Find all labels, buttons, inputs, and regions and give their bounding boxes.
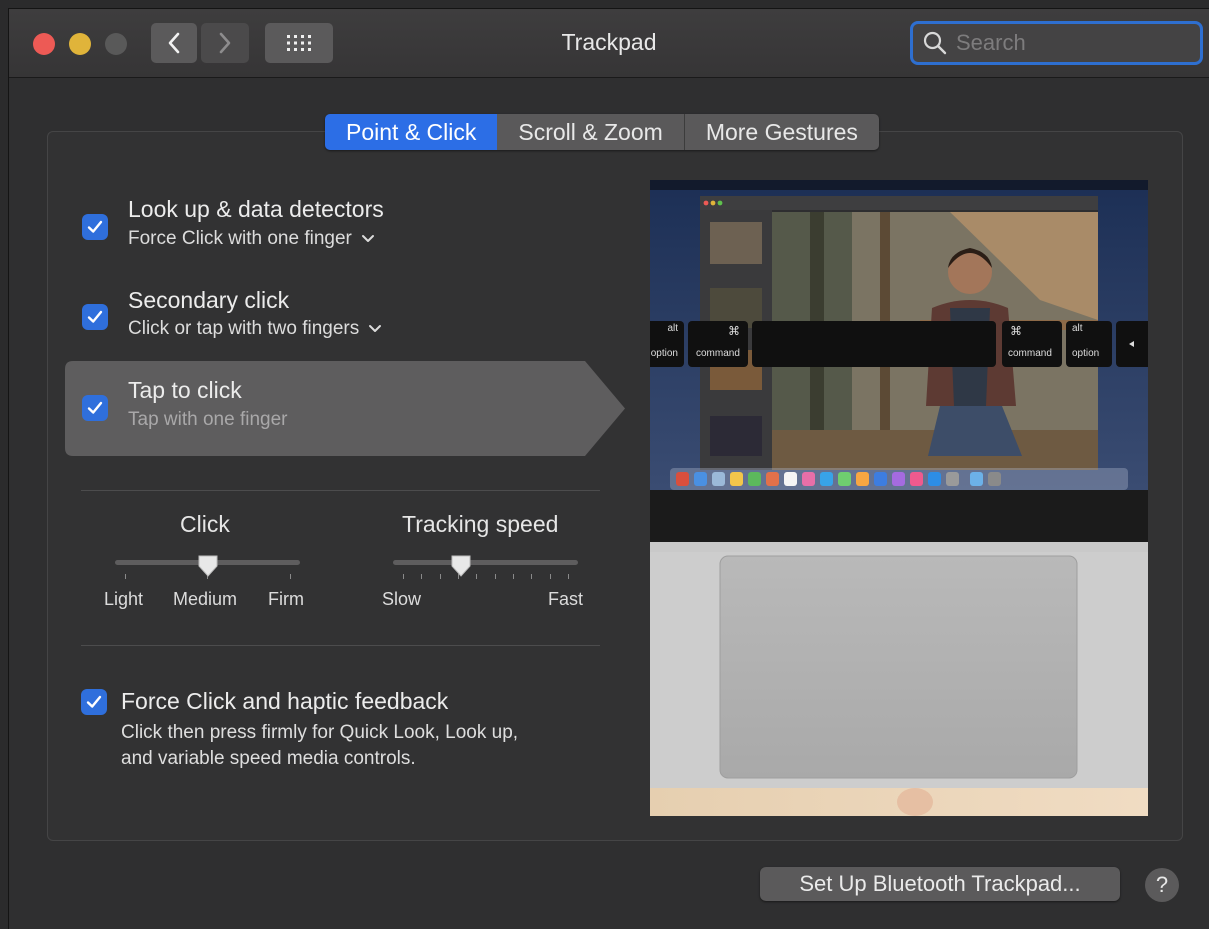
look-up-subtitle: Force Click with one finger: [128, 228, 352, 249]
key-symbol: ⌘: [728, 324, 740, 338]
search-input[interactable]: [954, 29, 1188, 57]
tracking-tick: [403, 574, 404, 579]
key-symbol: ⌘: [1010, 324, 1022, 338]
tap-to-click-checkbox[interactable]: [82, 395, 108, 421]
key-arrow-left: [1116, 321, 1148, 367]
tracking-fast-label: Fast: [548, 589, 584, 609]
tap-to-click-title[interactable]: Tap to click: [128, 377, 242, 404]
preferences-window: Trackpad Point & Click Scroll & Zoom Mor…: [8, 8, 1209, 929]
tracking-slow-label: Slow: [382, 589, 422, 609]
key-text: command: [1008, 348, 1052, 359]
search-icon: [923, 31, 947, 55]
click-tick-firm: Firm: [268, 589, 304, 609]
key-option-left: alt option: [650, 321, 684, 367]
divider: [81, 645, 600, 646]
secondary-click-subtitle: Click or tap with two fingers: [128, 318, 360, 339]
tap-to-click-subtitle: Tap with one finger: [128, 409, 288, 430]
chevron-down-icon: [369, 325, 382, 332]
tracking-tick: [476, 574, 477, 579]
click-tick-light: Light: [104, 589, 144, 609]
click-tick: [290, 574, 291, 579]
click-slider-knob[interactable]: [197, 554, 219, 578]
secondary-click-dropdown[interactable]: Click or tap with two fingers: [128, 318, 382, 340]
tab-point-and-click[interactable]: Point & Click: [325, 114, 498, 150]
triangle-left-icon: [1129, 341, 1134, 347]
tab-bar: Point & Click Scroll & Zoom More Gesture…: [325, 114, 879, 150]
divider: [81, 490, 600, 491]
key-command-right: ⌘ command: [1002, 321, 1062, 367]
secondary-click-title: Secondary click: [128, 287, 290, 313]
tracking-slider-track[interactable]: [393, 560, 578, 565]
force-click-description-line2: and variable speed media controls.: [121, 748, 416, 769]
tracking-tick: [568, 574, 569, 579]
key-symbol: alt: [1072, 323, 1083, 334]
click-tick-medium: Medium: [173, 589, 238, 609]
click-tick: [125, 574, 126, 579]
checkmark-icon: [87, 401, 103, 414]
checkmark-icon: [87, 220, 103, 233]
secondary-click-checkbox[interactable]: [82, 304, 108, 330]
look-up-dropdown[interactable]: Force Click with one finger: [128, 228, 375, 250]
force-click-title: Force Click and haptic feedback: [121, 688, 449, 714]
look-up-title: Look up & data detectors: [128, 196, 384, 222]
preview-illustration: [650, 180, 1148, 816]
tracking-tick: [440, 574, 441, 579]
tab-scroll-and-zoom[interactable]: Scroll & Zoom: [497, 114, 684, 150]
tracking-tick: [550, 574, 551, 579]
setup-bluetooth-trackpad-button[interactable]: Set Up Bluetooth Trackpad...: [760, 867, 1120, 901]
key-text: option: [650, 348, 678, 359]
tracking-tick: [513, 574, 514, 579]
checkmark-icon: [87, 310, 103, 323]
force-click-description-line1: Click then press firmly for Quick Look, …: [121, 722, 519, 743]
key-option-right: alt option: [1066, 321, 1112, 367]
tracking-slider-knob[interactable]: [450, 554, 472, 578]
gesture-preview: alt option ⌘ command ⌘ command alt optio…: [650, 180, 1148, 816]
key-space: [752, 321, 996, 367]
key-command-left: ⌘ command: [688, 321, 748, 367]
chevron-down-icon: [361, 235, 374, 242]
titlebar: Trackpad: [9, 9, 1209, 78]
key-text: option: [1072, 348, 1100, 359]
tracking-slider-label: Tracking speed: [402, 511, 559, 537]
key-text: command: [696, 348, 740, 359]
tab-more-gestures[interactable]: More Gestures: [683, 114, 879, 150]
tracking-tick: [421, 574, 422, 579]
search-field[interactable]: [910, 21, 1203, 65]
tracking-tick: [495, 574, 496, 579]
force-click-checkbox[interactable]: [81, 689, 107, 715]
checkmark-icon: [86, 695, 102, 708]
click-slider-label: Click: [180, 511, 230, 537]
key-symbol: alt: [667, 323, 678, 334]
tracking-tick: [531, 574, 532, 579]
look-up-checkbox[interactable]: [82, 214, 108, 240]
help-button[interactable]: ?: [1145, 868, 1179, 902]
